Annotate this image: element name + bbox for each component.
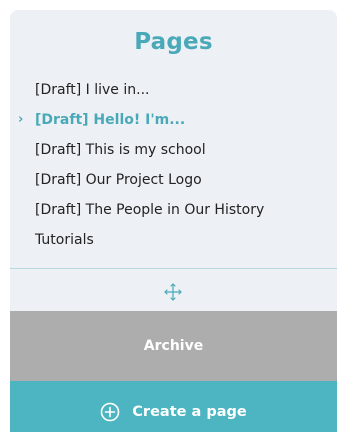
page-item-label: [Draft] Our Project Logo <box>35 172 202 188</box>
page-item[interactable]: [Draft] Our Project Logo <box>10 170 337 200</box>
chevron-right-icon: › <box>18 112 24 127</box>
page-item[interactable]: [Draft] This is my school <box>10 140 337 170</box>
create-page-label: Create a page <box>132 403 247 420</box>
page-item[interactable]: [Draft] I live in... <box>10 80 337 110</box>
archive-button[interactable]: Archive <box>10 311 337 381</box>
page-item-label: [Draft] I live in... <box>35 82 150 98</box>
page-item-active[interactable]: › [Draft] Hello! I'm... <box>10 110 337 140</box>
page-item-label: [Draft] Hello! I'm... <box>35 112 186 128</box>
page-list: [Draft] I live in... › [Draft] Hello! I'… <box>10 80 337 260</box>
page-item-label: Tutorials <box>35 232 94 248</box>
pages-panel: Pages [Draft] I live in... › [Draft] Hel… <box>10 10 337 432</box>
page-item[interactable]: [Draft] The People in Our History <box>10 200 337 230</box>
page-item-tutorials[interactable]: Tutorials <box>10 230 337 260</box>
plus-circle-icon <box>100 402 120 421</box>
page-item-label: [Draft] The People in Our History <box>35 202 265 218</box>
list-divider <box>10 268 337 269</box>
create-page-button[interactable]: Create a page <box>10 381 337 432</box>
page-item-label: [Draft] This is my school <box>35 142 206 158</box>
move-arrows-icon[interactable] <box>163 282 183 302</box>
panel-title: Pages <box>134 29 213 55</box>
archive-label: Archive <box>143 338 204 354</box>
